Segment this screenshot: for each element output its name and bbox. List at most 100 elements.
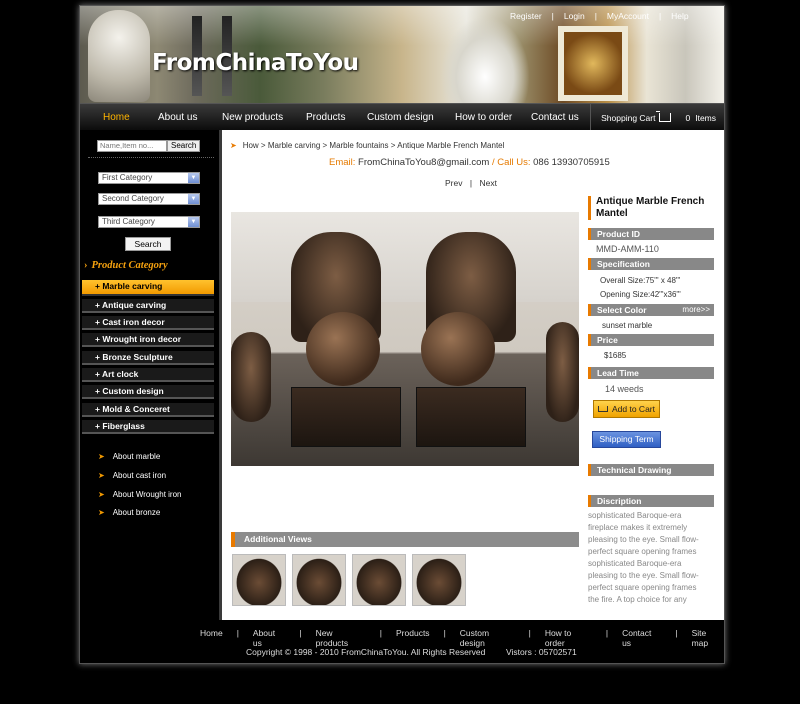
product-id-header: Product ID [588,228,714,240]
category-mold-conceret[interactable]: + Mold & Conceret [82,403,214,417]
nav-about-us[interactable]: About us [158,112,197,123]
register-link[interactable]: Register [510,11,542,21]
phone-label: Call Us: [497,157,531,168]
email-label: Email: [329,157,356,168]
next-link[interactable]: Next [479,178,496,188]
first-category-select[interactable]: First Category ▼ [98,172,200,184]
separator: | [658,11,662,21]
about-marble-link[interactable]: ➤ About marble [98,452,160,461]
nav-products[interactable]: Products [306,112,345,123]
category-custom-design[interactable]: + Custom design [82,385,214,399]
sidebar: Name,Item no... Search First Category ▼ … [80,130,219,620]
copyright: Copyright © 1998 - 2010 FromChinaToYou. … [246,647,486,657]
site-logo[interactable]: FromChinaToYou [152,50,359,76]
description-line: the fire. A top choice for any [588,595,687,604]
pager: Prev | Next [445,178,497,188]
category-fiberglass[interactable]: + Fiberglass [82,420,214,434]
category-label: Marble carving [102,281,163,291]
nav-home[interactable]: Home [103,112,130,123]
about-link-label: About marble [112,452,161,461]
shopping-cart[interactable]: Shopping Cart 0 Items [590,104,716,131]
second-category-select[interactable]: Second Category ▼ [98,193,200,205]
color-value: sunset marble [602,321,653,330]
nav-custom-design[interactable]: Custom design [367,112,434,123]
description-header: Discription [588,495,714,507]
page-frame: FromChinaToYou Register | Login | MyAcco… [79,5,725,664]
specification-header: Specification [588,258,714,270]
opening-size: Opening Size:42"'x36"' [600,290,681,299]
thumbnail-image[interactable] [232,554,286,606]
about-cast-iron-link[interactable]: ➤ About cast iron [98,471,166,480]
category-label: Antique carving [102,300,167,310]
shipping-term-button[interactable]: Shipping Term [592,431,661,448]
category-marble-carving[interactable]: + Marble carving [82,280,214,296]
help-link[interactable]: Help [671,11,688,21]
category-art-clock[interactable]: + Art clock [82,368,214,382]
footer: Home | About us | New products | Products | … [80,620,724,663]
category-label: Fiberglass [102,421,145,431]
nav-contact-us[interactable]: Contact us [531,112,579,123]
prev-link[interactable]: Prev [445,178,462,188]
category-label: Mold & Conceret [102,404,170,414]
about-bronze-link[interactable]: ➤ About bronze [98,508,160,517]
lead-time-value: 14 weeds [605,384,644,394]
additional-views-header: Additional Views [231,532,579,547]
technical-drawing-header[interactable]: Technical Drawing [588,464,714,476]
search-button[interactable]: Search [167,140,201,152]
product-category-title: › Product Category [84,260,168,271]
breadcrumb: ➤ How > Marble carving > Marble fountain… [230,141,504,150]
select-value: First Category [102,173,153,182]
category-antique-carving[interactable]: + Antique carving [82,299,214,313]
footer-how-to-order-link[interactable]: How to order [545,628,592,648]
nav-how-to-order[interactable]: How to order [455,112,512,123]
main-nav: Home About us New products Products Cust… [80,103,724,131]
separator: / [491,157,495,168]
add-to-cart-button[interactable]: Add to Cart [593,400,660,418]
about-link-label: About Wrought iron [112,490,182,499]
more-colors-link[interactable]: more>> [682,304,710,316]
about-link-label: About cast iron [112,471,167,480]
chevron-down-icon: ▼ [188,194,199,204]
divider [88,157,214,158]
add-to-cart-label: Add to Cart [612,404,655,414]
separator: | [551,11,554,21]
category-wrought-iron-decor[interactable]: + Wrought iron decor [82,333,214,347]
description-text: sophisticated Baroque-era fireplace make… [588,510,706,606]
header-banner: FromChinaToYou Register | Login | MyAcco… [80,6,724,103]
thumbnail-image[interactable] [412,554,466,606]
footer-about-link[interactable]: About us [253,628,285,648]
footer-custom-design-link[interactable]: Custom design [460,628,515,648]
footer-products-link[interactable]: Products [396,628,430,648]
select-color-label: Select Color [597,305,647,315]
category-label: Custom design [102,386,164,396]
breadcrumb-text[interactable]: How > Marble carving > Marble fountains … [243,141,505,150]
photo-background [231,212,579,302]
background-statue [231,332,271,422]
category-label: Bronze Sculpture [102,352,173,362]
product-main-image[interactable] [231,212,579,466]
select-value: Second Category [102,194,164,203]
category-search-button[interactable]: Search [125,237,171,251]
footer-sitemap-link[interactable]: Site map [692,628,724,648]
nav-new-products[interactable]: New products [222,112,283,123]
login-link[interactable]: Login [564,11,585,21]
footer-home-link[interactable]: Home [200,628,223,648]
myaccount-link[interactable]: MyAccount [607,11,649,21]
cart-count: 0 [685,112,691,123]
footer-contact-link[interactable]: Contact us [622,628,661,648]
search-input[interactable]: Name,Item no... [97,140,167,152]
email-value[interactable]: FromChinaToYou8@gmail.com [358,157,489,168]
angel-statue-image [88,10,150,102]
category-cast-iron-decor[interactable]: + Cast iron decor [82,316,214,330]
thumbnail-image[interactable] [352,554,406,606]
footer-new-products-link[interactable]: New products [316,628,366,648]
separator: | [236,628,239,638]
description-line: sophisticated Baroque-era [588,511,682,520]
category-bronze-sculpture[interactable]: + Bronze Sculpture [82,351,214,365]
arrow-right-icon: ➤ [98,508,105,517]
thumbnail-image[interactable] [292,554,346,606]
about-wrought-iron-link[interactable]: ➤ About Wrought iron [98,490,181,499]
third-category-select[interactable]: Third Category ▼ [98,216,200,228]
arrow-right-icon: ➤ [230,141,237,150]
separator: | [443,628,446,638]
